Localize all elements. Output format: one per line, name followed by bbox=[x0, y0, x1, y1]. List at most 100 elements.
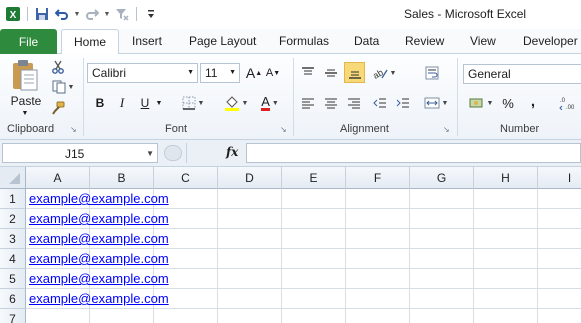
borders-button[interactable]: ▼ bbox=[180, 94, 206, 112]
insert-function-icon[interactable]: fx bbox=[226, 145, 238, 159]
column-header-e[interactable]: E bbox=[282, 167, 346, 189]
underline-button[interactable]: U bbox=[137, 94, 153, 112]
copy-icon[interactable]: ▼ bbox=[50, 79, 76, 95]
font-name-select[interactable]: Calibri ▼ bbox=[87, 63, 198, 83]
font-name-value: Calibri bbox=[92, 66, 127, 80]
paste-button[interactable]: Paste bbox=[9, 94, 43, 108]
paste-dropdown-icon[interactable]: ▼ bbox=[18, 108, 32, 118]
column-header-d[interactable]: D bbox=[218, 167, 282, 189]
clear-filter-icon[interactable] bbox=[113, 5, 131, 23]
tab-data[interactable]: Data bbox=[354, 34, 379, 48]
increase-decimal-icon[interactable]: .0.00 bbox=[556, 94, 581, 112]
column-header-a[interactable]: A bbox=[26, 167, 90, 189]
align-center-icon[interactable] bbox=[321, 94, 341, 112]
tab-insert[interactable]: Insert bbox=[132, 34, 162, 48]
gridline bbox=[537, 189, 538, 323]
accounting-format-button[interactable]: ▼ bbox=[466, 94, 496, 112]
number-format-value: General bbox=[468, 67, 511, 81]
name-box-dropdown-icon[interactable]: ▼ bbox=[146, 149, 154, 158]
column-header-b[interactable]: B bbox=[90, 167, 154, 189]
tab-file[interactable]: File bbox=[0, 29, 57, 54]
tab-page-layout[interactable]: Page Layout bbox=[189, 34, 256, 48]
group-divider bbox=[293, 58, 294, 136]
fill-color-button[interactable]: ▼ bbox=[222, 94, 250, 112]
worksheet-grid: A B C D E F G H I 1 2 3 4 5 6 7 example@… bbox=[0, 167, 581, 323]
merge-center-button[interactable]: ▼ bbox=[422, 94, 450, 112]
row-header-5[interactable]: 5 bbox=[0, 269, 26, 289]
shrink-font-glyph: A bbox=[265, 67, 274, 79]
undo-icon[interactable] bbox=[53, 5, 71, 23]
bottom-align-icon[interactable] bbox=[344, 62, 365, 83]
tab-view[interactable]: View bbox=[470, 34, 496, 48]
tab-formulas[interactable]: Formulas bbox=[279, 34, 329, 48]
font-launcher-icon[interactable]: ↘ bbox=[280, 125, 287, 134]
title-separator: - bbox=[434, 7, 445, 21]
row-header-6[interactable]: 6 bbox=[0, 289, 26, 309]
underline-dropdown-icon[interactable]: ▼ bbox=[154, 96, 164, 110]
tab-home[interactable]: Home bbox=[61, 29, 120, 55]
row-header-2[interactable]: 2 bbox=[0, 209, 26, 229]
grow-font-glyph: A bbox=[245, 65, 256, 81]
cell-a2-link[interactable]: example@example.com bbox=[29, 211, 169, 226]
font-size-select[interactable]: 11 ▼ bbox=[200, 63, 240, 83]
customize-toolbar-icon[interactable] bbox=[142, 5, 160, 23]
svg-text:.00: .00 bbox=[566, 105, 575, 110]
fill-color-icon bbox=[224, 96, 239, 111]
toolbar-divider bbox=[136, 7, 137, 21]
italic-button[interactable]: I bbox=[114, 94, 130, 112]
font-name-dropdown-icon[interactable]: ▼ bbox=[187, 69, 194, 76]
comma-style-button[interactable]: , bbox=[526, 92, 540, 110]
grow-font-button[interactable]: A ▲ bbox=[245, 63, 263, 83]
select-all-corner[interactable] bbox=[0, 167, 26, 189]
excel-app-icon[interactable]: X bbox=[4, 5, 22, 23]
alignment-launcher-icon[interactable]: ↘ bbox=[443, 125, 450, 134]
tab-developer[interactable]: Developer bbox=[523, 34, 578, 48]
quick-access-toolbar: X ▼ ▼ bbox=[4, 5, 160, 23]
name-box[interactable]: J15 ▼ bbox=[2, 143, 158, 163]
wrap-text-icon[interactable] bbox=[422, 63, 442, 83]
redo-icon[interactable] bbox=[83, 5, 101, 23]
column-header-f[interactable]: F bbox=[346, 167, 410, 189]
redo-dropdown-icon[interactable]: ▼ bbox=[103, 11, 111, 18]
undo-dropdown-icon[interactable]: ▼ bbox=[73, 11, 81, 18]
column-header-h[interactable]: H bbox=[474, 167, 538, 189]
align-right-icon[interactable] bbox=[344, 94, 364, 112]
save-icon[interactable] bbox=[33, 5, 51, 23]
align-left-icon[interactable] bbox=[298, 94, 318, 112]
title-bar: X ▼ ▼ Sales - Microsoft Excel bbox=[0, 0, 581, 29]
bold-button[interactable]: B bbox=[92, 94, 108, 112]
cell-a6-link[interactable]: example@example.com bbox=[29, 291, 169, 306]
percent-style-button[interactable]: % bbox=[500, 94, 516, 112]
column-header-i[interactable]: I bbox=[538, 167, 581, 189]
column-header-c[interactable]: C bbox=[154, 167, 218, 189]
cell-a1-link[interactable]: example@example.com bbox=[29, 191, 169, 206]
increase-indent-icon[interactable] bbox=[393, 94, 413, 112]
font-size-dropdown-icon[interactable]: ▼ bbox=[229, 69, 236, 76]
font-color-icon: A bbox=[261, 94, 270, 111]
formula-input[interactable] bbox=[246, 143, 581, 163]
column-header-g[interactable]: G bbox=[410, 167, 474, 189]
row-header-1[interactable]: 1 bbox=[0, 189, 26, 209]
top-align-icon[interactable] bbox=[298, 63, 318, 83]
orientation-button[interactable]: ab ▼ bbox=[370, 63, 398, 83]
cell-a3-link[interactable]: example@example.com bbox=[29, 231, 169, 246]
decrease-indent-icon[interactable] bbox=[370, 94, 390, 112]
number-format-select[interactable]: General bbox=[463, 64, 581, 84]
cell-a5-link[interactable]: example@example.com bbox=[29, 271, 169, 286]
middle-align-icon[interactable] bbox=[321, 63, 341, 83]
format-painter-icon[interactable] bbox=[50, 100, 66, 116]
row-header-3[interactable]: 3 bbox=[0, 229, 26, 249]
clipboard-launcher-icon[interactable]: ↘ bbox=[70, 125, 77, 134]
svg-text:X: X bbox=[10, 10, 17, 21]
shrink-font-button[interactable]: A ▼ bbox=[264, 63, 282, 83]
row-header-7[interactable]: 7 bbox=[0, 309, 26, 323]
formula-bar-resize-handle[interactable] bbox=[164, 145, 182, 161]
tab-review[interactable]: Review bbox=[405, 34, 444, 48]
paste-icon[interactable] bbox=[8, 58, 42, 94]
cut-icon[interactable] bbox=[50, 59, 66, 75]
row-header-4[interactable]: 4 bbox=[0, 249, 26, 269]
font-color-button[interactable]: A ▼ bbox=[256, 94, 284, 112]
gridline bbox=[281, 189, 282, 323]
cell-a4-link[interactable]: example@example.com bbox=[29, 251, 169, 266]
font-size-value: 11 bbox=[205, 66, 218, 80]
